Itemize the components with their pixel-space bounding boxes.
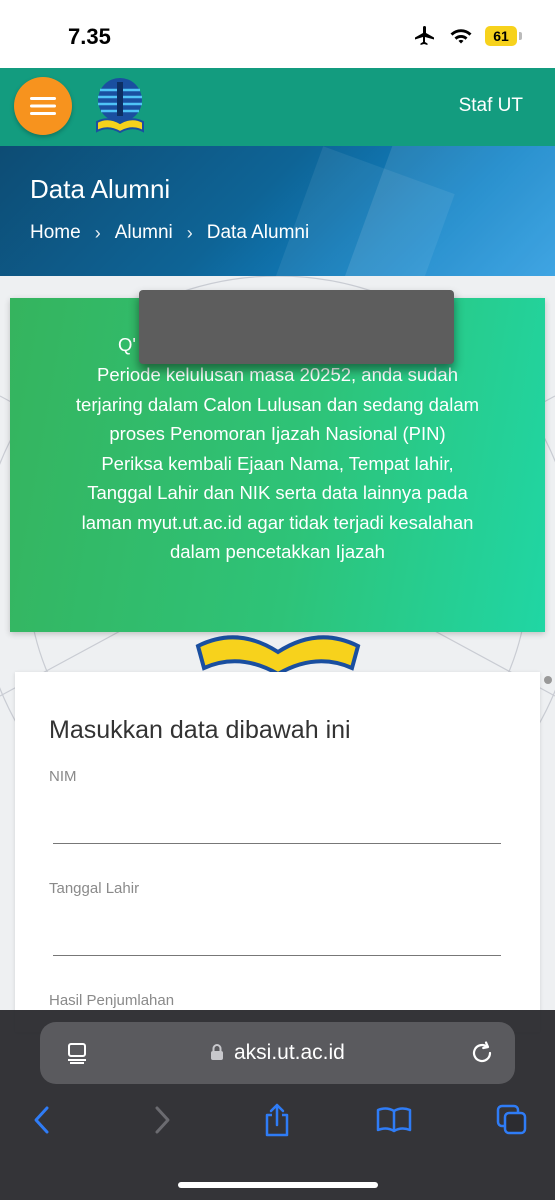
lock-icon xyxy=(211,1044,224,1060)
staff-link[interactable]: Staf UT xyxy=(459,95,523,117)
home-indicator xyxy=(178,1182,378,1188)
notice-line: Tanggal Lahir dan NIK serta data lainnya… xyxy=(87,482,468,503)
breadcrumb-current: Data Alumni xyxy=(206,222,310,243)
page-banner: Data Alumni Home › Alumni › Data Alumni xyxy=(0,146,555,276)
book-icon xyxy=(376,1107,412,1133)
forward-button[interactable] xyxy=(142,1100,182,1140)
wifi-icon xyxy=(450,29,472,44)
app-header: Staf UT xyxy=(0,68,555,146)
menu-button[interactable] xyxy=(14,77,72,135)
notice-line: dalam pencetakkan Ijazah xyxy=(170,541,385,562)
chevron-left-icon xyxy=(34,1106,49,1134)
url-display[interactable]: aksi.ut.ac.id xyxy=(40,1041,515,1065)
notice-line: laman myut.ut.ac.id agar tidak terjadi k… xyxy=(81,511,474,533)
status-time: 7.35 xyxy=(68,24,111,49)
address-bar[interactable]: aksi.ut.ac.id xyxy=(40,1022,515,1084)
page-title: Data Alumni xyxy=(30,174,171,204)
nim-input[interactable] xyxy=(53,804,501,844)
notice-line: terjaring dalam Calon Lulusan dan sedang… xyxy=(75,393,480,415)
back-button[interactable] xyxy=(22,1100,62,1140)
notice-line: Periksa kembali Ejaan Nama, Tempat lahir… xyxy=(101,452,454,474)
sum-result-label: Hasil Penjumlahan xyxy=(49,992,175,1009)
nim-label: NIM xyxy=(49,768,77,785)
status-bar: 7.35 61 xyxy=(0,0,555,68)
battery-indicator: 61 xyxy=(485,26,522,46)
chevron-right-icon xyxy=(155,1106,170,1134)
form-title: Masukkan data dibawah ini xyxy=(49,716,351,744)
breadcrumb-separator-icon: › xyxy=(94,222,101,243)
hamburger-icon xyxy=(30,97,56,115)
url-text: aksi.ut.ac.id xyxy=(233,1041,345,1064)
bookmarks-button[interactable] xyxy=(374,1100,414,1140)
birth-date-input[interactable] xyxy=(53,916,501,956)
share-icon xyxy=(265,1103,289,1137)
redaction-box xyxy=(139,290,454,364)
tabs-icon xyxy=(496,1104,527,1135)
tabs-button[interactable] xyxy=(492,1100,532,1140)
breadcrumb-home[interactable]: Home xyxy=(30,222,81,244)
notice-line: proses Penomoran Ijazah Nasional (PIN) xyxy=(109,423,446,444)
browser-toolbar: aksi.ut.ac.id xyxy=(0,1010,555,1200)
airplane-icon xyxy=(415,26,434,45)
notice-line: Periode kelulusan masa 20252, anda sudah xyxy=(96,364,458,385)
alumni-form-card: Masukkan data dibawah ini NIM Tanggal La… xyxy=(15,672,540,1032)
ut-logo-icon[interactable] xyxy=(94,76,146,138)
breadcrumb: Home › Alumni › Data Alumni xyxy=(30,222,309,244)
status-icons: 61 xyxy=(413,24,522,48)
breadcrumb-alumni[interactable]: Alumni xyxy=(115,222,173,244)
share-button[interactable] xyxy=(257,1100,297,1140)
reload-icon[interactable] xyxy=(469,1040,495,1066)
breadcrumb-separator-icon: › xyxy=(186,222,193,243)
birth-date-label: Tanggal Lahir xyxy=(49,880,140,897)
